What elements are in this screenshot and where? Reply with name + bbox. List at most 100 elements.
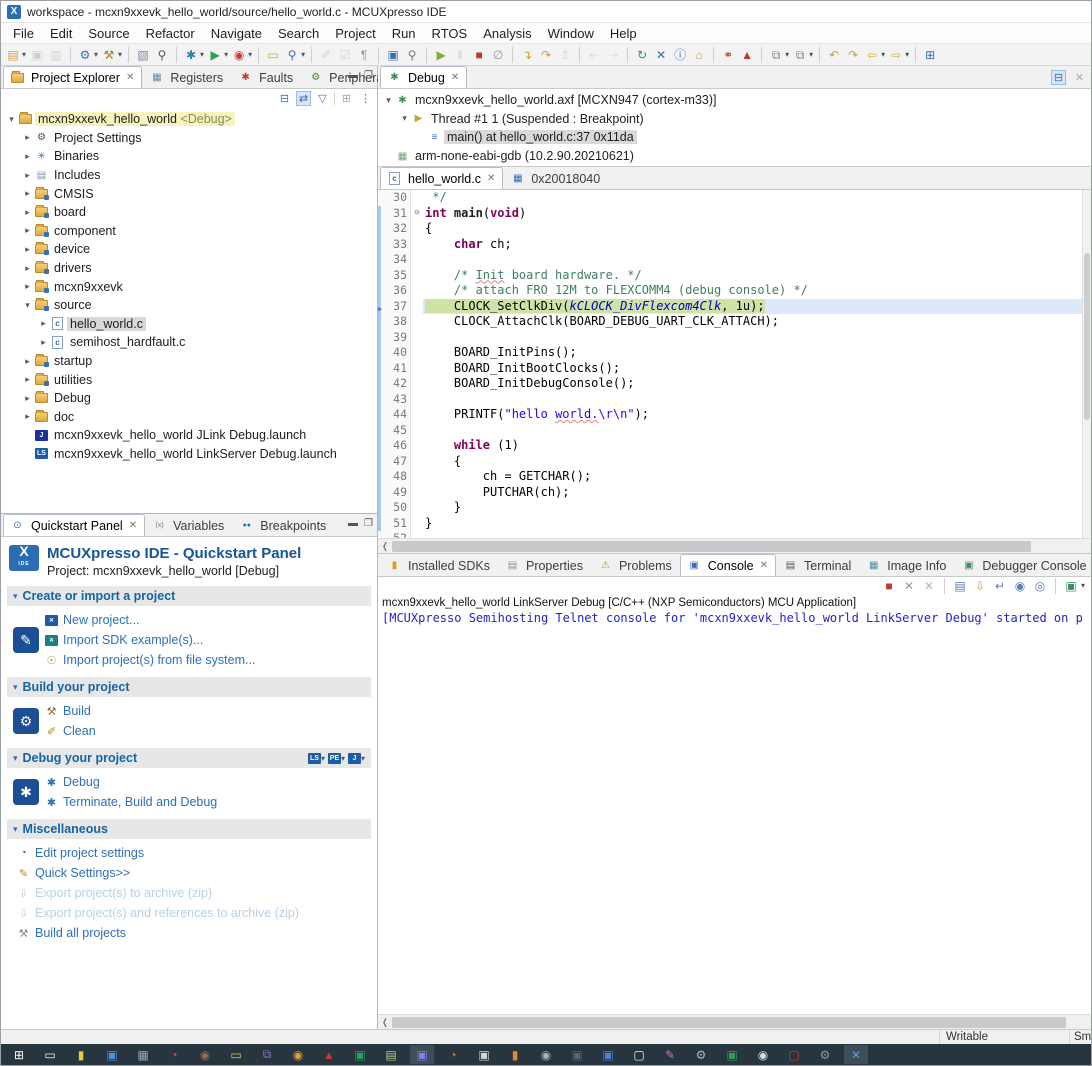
menu-file[interactable]: File	[5, 24, 42, 43]
taskbar-notepad-icon[interactable]: ▤	[379, 1045, 403, 1064]
tree-item-mcxn9xxevk-hello-world[interactable]: ▾mcxn9xxevk_hello_world <Debug>	[1, 110, 377, 129]
jlink-script-icon[interactable]: ▲	[739, 46, 755, 64]
action-import-sdk-example-s[interactable]: ✕Import SDK example(s)...	[45, 630, 371, 650]
collapsed-arrow-icon[interactable]: ▸	[21, 263, 34, 274]
probe-button-pe[interactable]: PE▾	[328, 753, 345, 764]
search-icon[interactable]: ⚲	[154, 46, 170, 64]
tab-registers[interactable]: ▦Registers	[142, 66, 231, 88]
tree-item-mcxn9xxevk-hello-world-axf-mcxn947-cortex-[interactable]: ▾✱mcxn9xxevk_hello_world.axf [MCXN947 (c…	[378, 91, 1091, 110]
section-collapse-icon[interactable]: ▾	[13, 753, 18, 764]
debug-icon[interactable]: ✱	[183, 46, 199, 64]
collapsed-arrow-icon[interactable]: ▸	[21, 225, 34, 236]
tree-item-semihost-hardfault-c[interactable]: ▸csemihost_hardfault.c	[1, 333, 377, 352]
tree-item-doc[interactable]: ▸doc	[1, 408, 377, 427]
taskbar-teams-icon[interactable]: ▣	[410, 1045, 434, 1064]
close-icon[interactable]: ✕	[487, 173, 495, 184]
section-header-miscellaneous[interactable]: ▾Miscellaneous	[7, 819, 371, 839]
action-debug[interactable]: ✱Debug	[45, 772, 371, 792]
close-icon[interactable]: ✕	[760, 560, 768, 571]
collapsed-arrow-icon[interactable]: ▸	[21, 393, 34, 404]
attach-icon[interactable]: ⚲	[284, 46, 300, 64]
remove-launch-icon[interactable]: ✕	[901, 577, 917, 595]
expanded-arrow-icon[interactable]: ▾	[398, 113, 411, 124]
tree-item-includes[interactable]: ▸▤Includes	[1, 166, 377, 185]
step-over-icon[interactable]: ↷	[538, 46, 554, 64]
minimize-icon[interactable]: ▬	[348, 70, 358, 81]
outline-b-icon[interactable]: ⧉	[792, 46, 808, 64]
redo-nav-icon[interactable]: ↷	[845, 46, 861, 64]
action-clean[interactable]: ✐Clean	[45, 721, 371, 741]
section-collapse-icon[interactable]: ▾	[13, 824, 18, 835]
dropdown-arrow-icon[interactable]: ▾	[200, 50, 204, 59]
collapsed-arrow-icon[interactable]: ▸	[21, 281, 34, 292]
link-config-icon[interactable]: ⚭	[720, 46, 736, 64]
scroll-left-arrow[interactable]: ❬	[378, 1017, 392, 1028]
word-wrap-icon[interactable]: ↵	[992, 577, 1008, 595]
taskbar-outlook-icon[interactable]: ▣	[100, 1045, 124, 1064]
scrollbar-thumb[interactable]	[392, 541, 1031, 552]
pin-console-icon[interactable]: ◉	[1012, 577, 1028, 595]
menu-rtos[interactable]: RTOS	[424, 24, 476, 43]
tree-item-arm-none-eabi-gdb-10-2-90-20210621[interactable]: ▦arm-none-eabi-gdb (10.2.90.20210621)	[378, 147, 1091, 166]
tree-item-component[interactable]: ▸component	[1, 222, 377, 241]
tab-problems[interactable]: ⚠Problems	[591, 554, 680, 576]
tab-terminal[interactable]: ▤Terminal	[776, 554, 859, 576]
menu-run[interactable]: Run	[384, 24, 424, 43]
mcux-globals-icon[interactable]: ✕	[653, 46, 669, 64]
probe-button-ls[interactable]: LS▾	[308, 753, 325, 764]
expanded-arrow-icon[interactable]: ▾	[5, 114, 18, 125]
open-console-icon[interactable]: ▣	[1063, 577, 1079, 595]
forward-icon[interactable]: ⇨	[888, 46, 904, 64]
section-header-create-or-import-a-project[interactable]: ▾Create or import a project	[7, 586, 371, 606]
menu-project[interactable]: Project	[327, 24, 383, 43]
tree-item-project-settings[interactable]: ▸⚙Project Settings	[1, 129, 377, 148]
scrollbar-thumb[interactable]	[1084, 253, 1090, 420]
taskbar-settings-app-icon[interactable]: ⚙	[689, 1045, 713, 1064]
outline-a-icon[interactable]: ⧉	[768, 46, 784, 64]
taskbar-snip-tool-icon[interactable]: ◔	[162, 1045, 186, 1064]
tab-installed-sdks[interactable]: ▮Installed SDKs	[380, 554, 498, 576]
tree-item-main-at-hello-world-c-37-0x11da[interactable]: ≡main() at hello_world.c:37 0x11da	[378, 128, 1091, 147]
tree-item-binaries[interactable]: ▸✳Binaries	[1, 147, 377, 166]
search-files-icon[interactable]: ⚲	[404, 46, 420, 64]
dropdown-arrow-icon[interactable]: ▾	[118, 50, 122, 59]
dropdown-arrow-icon[interactable]: ▾	[94, 50, 98, 59]
taskbar-acrobat-icon[interactable]: ▲	[317, 1045, 341, 1064]
taskbar-paint-icon[interactable]: ✎	[658, 1045, 682, 1064]
tree-item-thread-1-1-suspended-breakpoint[interactable]: ▾▶Thread #1 1 (Suspended : Breakpoint)	[378, 110, 1091, 129]
menu-edit[interactable]: Edit	[42, 24, 80, 43]
taskbar-cmd-icon[interactable]: ▣	[565, 1045, 589, 1064]
dropdown-arrow-icon[interactable]: ▾	[22, 50, 26, 59]
collapsed-arrow-icon[interactable]: ▸	[21, 244, 34, 255]
menu-help[interactable]: Help	[602, 24, 645, 43]
new-wizard-icon[interactable]: ▤	[5, 46, 21, 64]
action-edit-project-settings[interactable]: ◔Edit project settings	[17, 843, 371, 863]
profile-icon[interactable]: ◉	[231, 46, 247, 64]
maximize-icon[interactable]: ❐	[364, 518, 373, 529]
collapsed-arrow-icon[interactable]: ▸	[21, 151, 34, 162]
minimize-icon[interactable]: ▬	[348, 518, 358, 529]
close-icon[interactable]: ✕	[126, 72, 134, 83]
editor-horizontal-scrollbar[interactable]: ❬	[378, 538, 1091, 553]
taskbar-file-explorer-icon[interactable]: ▭	[224, 1045, 248, 1064]
dropdown-arrow-icon[interactable]: ▾	[785, 50, 789, 59]
tab-properties[interactable]: ▤Properties	[498, 554, 591, 576]
dropdown-arrow-icon[interactable]: ▾	[224, 50, 228, 59]
taskbar-sticky-notes-icon[interactable]: ▮	[69, 1045, 93, 1064]
menu-window[interactable]: Window	[540, 24, 602, 43]
display-selected-console-icon[interactable]: ◎	[1032, 577, 1048, 595]
filters-icon[interactable]: ▽	[315, 91, 330, 106]
disconnect-icon[interactable]: ∅	[490, 46, 506, 64]
dropdown-arrow-icon[interactable]: ▾	[301, 50, 305, 59]
tree-item-mcxn9xxevk[interactable]: ▸mcxn9xxevk	[1, 277, 377, 296]
tree-item-mcxn9xxevk-hello-world-linkserver-debug-la[interactable]: LSmcxn9xxevk_hello_world LinkServer Debu…	[1, 445, 377, 464]
tree-item-mcxn9xxevk-hello-world-jlink-debug-launch[interactable]: Jmcxn9xxevk_hello_world JLink Debug.laun…	[1, 426, 377, 445]
section-collapse-icon[interactable]: ▾	[13, 682, 18, 693]
tree-item-board[interactable]: ▸board	[1, 203, 377, 222]
action-build[interactable]: ⚒Build	[45, 701, 371, 721]
open-folder-icon[interactable]: ▭	[265, 46, 281, 64]
build-all-icon[interactable]: ⚙	[77, 46, 93, 64]
taskbar-steam-icon[interactable]: ◉	[751, 1045, 775, 1064]
collapsed-arrow-icon[interactable]: ▸	[21, 170, 34, 181]
taskbar-camera-app-icon[interactable]: ◉	[534, 1045, 558, 1064]
